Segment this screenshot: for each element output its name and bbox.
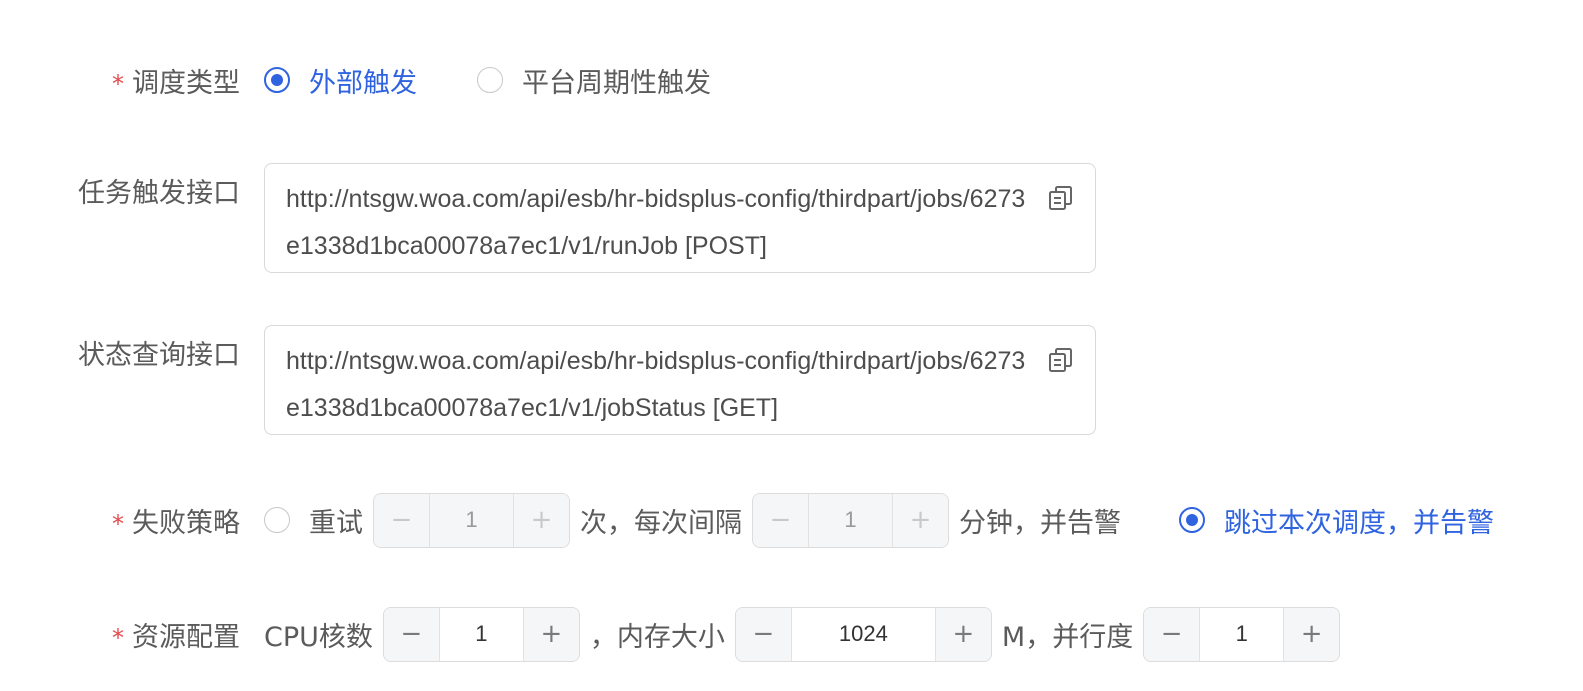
radio-checked-icon	[1179, 507, 1205, 533]
increment-button[interactable]: +	[522, 607, 579, 661]
resource-config-label: * 资源配置	[112, 621, 240, 653]
retry-minutes-text: 分钟，并告警	[959, 507, 1121, 539]
decrement-button[interactable]: −	[374, 493, 430, 547]
copy-icon[interactable]	[1047, 184, 1075, 212]
radio-unchecked-icon	[264, 507, 290, 533]
decrement-button[interactable]: −	[1144, 607, 1201, 661]
retry-times-text: 次，每次间隔	[580, 507, 742, 539]
cpu-stepper[interactable]: − 1 +	[382, 606, 580, 662]
trigger-api-value[interactable]: http://ntsgw.woa.com/api/esb/hr-bidsplus…	[286, 176, 1030, 270]
trigger-api-label: 任务触发接口	[78, 178, 240, 209]
increment-button[interactable]: +	[934, 607, 991, 661]
increment-button[interactable]: +	[1283, 607, 1340, 661]
increment-button[interactable]: +	[892, 493, 948, 547]
required-mark: *	[112, 509, 124, 538]
failure-policy-label: * 失败策略	[112, 507, 240, 539]
memory-value[interactable]: 1024	[791, 607, 935, 661]
trigger-api-field[interactable]: http://ntsgw.woa.com/api/esb/hr-bidsplus…	[264, 163, 1096, 273]
radio-periodic-trigger[interactable]: 平台周期性触发	[477, 61, 711, 100]
cpu-label: CPU核数	[264, 621, 373, 653]
status-api-value[interactable]: http://ntsgw.woa.com/api/esb/hr-bidsplus…	[286, 338, 1030, 432]
failure-policy-group: 重试 − 1 + 次，每次间隔 − 1 + 分钟，并告警 跳过本次调度，并告警	[264, 492, 1494, 548]
retry-interval-stepper[interactable]: − 1 +	[752, 492, 949, 548]
memory-label: ，内存大小	[589, 621, 725, 653]
radio-external-trigger[interactable]: 外部触发	[264, 61, 417, 100]
radio-unchecked-icon	[477, 67, 503, 93]
radio-label: 跳过本次调度，并告警	[1224, 507, 1494, 539]
parallelism-label: M，并行度	[1001, 621, 1134, 653]
retry-count-stepper[interactable]: − 1 +	[373, 492, 570, 548]
retry-count-value[interactable]: 1	[430, 493, 513, 547]
schedule-type-row: * 调度类型 外部触发 平台周期性触发	[0, 52, 711, 108]
radio-skip-schedule[interactable]: 跳过本次调度，并告警	[1179, 501, 1494, 540]
radio-label: 重试	[309, 507, 363, 539]
resource-config-group: CPU核数 − 1 + ，内存大小 − 1024 + M，并行度 − 1 +	[264, 606, 1341, 662]
radio-retry[interactable]: 重试	[264, 501, 363, 540]
increment-button[interactable]: +	[513, 493, 569, 547]
trigger-api-row: 任务触发接口 http://ntsgw.woa.com/api/esb/hr-b…	[0, 163, 1096, 273]
retry-interval-value[interactable]: 1	[809, 493, 892, 547]
copy-icon[interactable]	[1047, 346, 1075, 374]
parallelism-value[interactable]: 1	[1200, 607, 1284, 661]
status-api-field[interactable]: http://ntsgw.woa.com/api/esb/hr-bidsplus…	[264, 325, 1096, 435]
memory-stepper[interactable]: − 1024 +	[734, 606, 992, 662]
radio-label: 平台周期性触发	[522, 67, 711, 99]
decrement-button[interactable]: −	[735, 607, 792, 661]
status-api-row: 状态查询接口 http://ntsgw.woa.com/api/esb/hr-b…	[0, 325, 1096, 435]
resource-config-row: * 资源配置 CPU核数 − 1 + ，内存大小 − 1024 + M，并行度 −…	[0, 606, 1341, 662]
parallelism-stepper[interactable]: − 1 +	[1143, 606, 1341, 662]
cpu-value[interactable]: 1	[439, 607, 523, 661]
radio-checked-icon	[264, 67, 290, 93]
required-mark: *	[112, 623, 124, 652]
schedule-type-label: * 调度类型	[112, 67, 240, 99]
decrement-button[interactable]: −	[753, 493, 809, 547]
failure-policy-row: * 失败策略 重试 − 1 + 次，每次间隔 − 1 + 分钟，并告警 跳过本次调…	[0, 492, 1494, 548]
required-mark: *	[112, 69, 124, 98]
radio-label: 外部触发	[309, 67, 417, 99]
decrement-button[interactable]: −	[383, 607, 440, 661]
status-api-label: 状态查询接口	[78, 340, 240, 371]
schedule-type-radio-group: 外部触发 平台周期性触发	[264, 61, 711, 100]
